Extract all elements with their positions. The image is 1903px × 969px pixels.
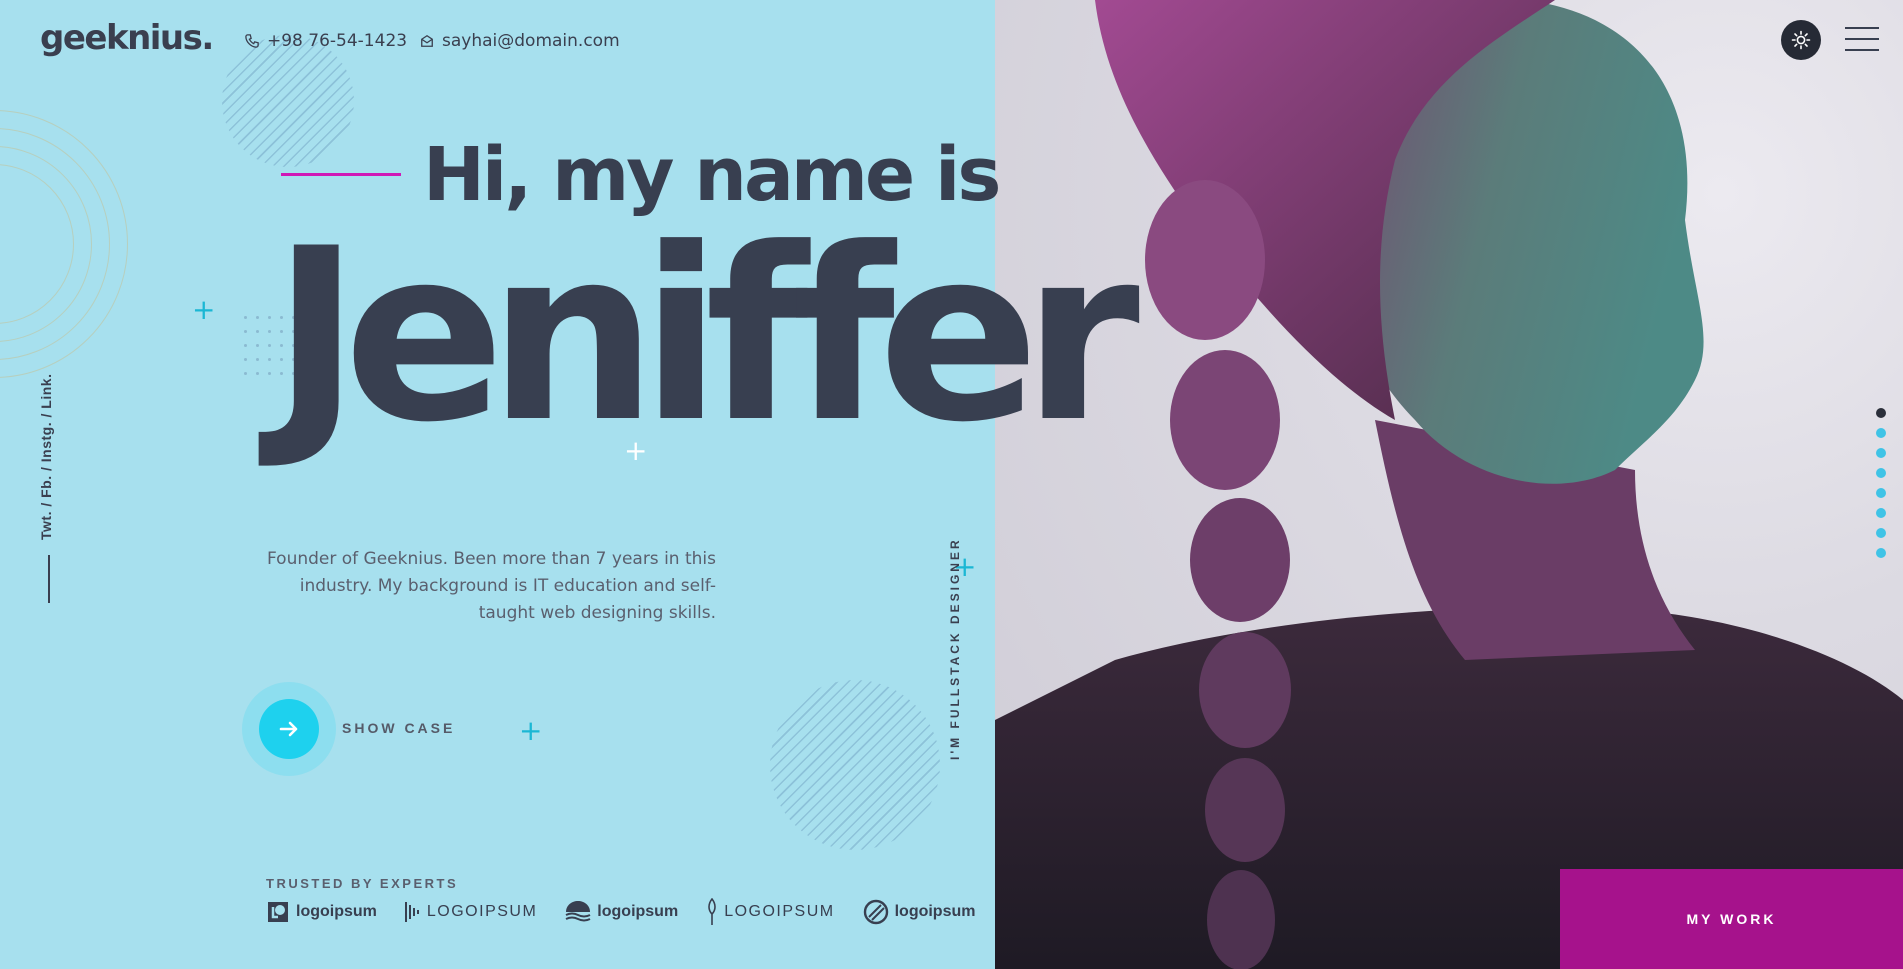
mail-icon <box>421 34 433 47</box>
partner-logo-text: logoipsum <box>894 903 976 920</box>
partner-logo[interactable]: LOGOIPSUM <box>404 900 538 924</box>
partner-logo-text: logoipsum <box>597 903 679 920</box>
theme-toggle-button[interactable] <box>1781 20 1821 60</box>
plus-decoration: + <box>519 714 543 747</box>
greeting-accent-line <box>281 173 401 176</box>
concentric-circles-decoration <box>0 110 130 380</box>
social-links[interactable]: Twt. / Fb. / Instg. / Link. <box>38 374 54 540</box>
sun-icon <box>1791 30 1811 50</box>
trusted-logos: logoipsum LOGOIPSUM logoipsum LOGOIPSUM … <box>266 898 975 926</box>
partner-logo-text: logoipsum <box>296 903 377 920</box>
hero-name: Jeniffer <box>272 198 1140 475</box>
pager-dot[interactable] <box>1876 448 1886 458</box>
phone-icon <box>245 34 259 48</box>
showcase-button[interactable] <box>259 699 319 759</box>
my-work-label: MY WORK <box>1686 911 1777 927</box>
section-pager <box>1876 408 1886 558</box>
partner-logo-text: LOGOIPSUM <box>426 903 538 920</box>
logo-circle-icon <box>863 899 888 925</box>
arrow-right-icon <box>279 721 298 737</box>
pager-dot[interactable] <box>1876 548 1886 558</box>
hamburger-line <box>1845 27 1879 29</box>
partner-logo[interactable]: logoipsum <box>266 900 377 924</box>
site-logo[interactable]: geeknius. <box>40 18 214 58</box>
logo-leaf-icon <box>708 898 716 925</box>
pager-dot[interactable] <box>1876 488 1886 498</box>
pager-dot[interactable] <box>1876 428 1886 438</box>
portrait-photo <box>995 0 1903 969</box>
logo-bars-icon <box>404 902 419 922</box>
email-address: sayhai@domain.com <box>442 31 620 51</box>
hamburger-line <box>1845 38 1879 40</box>
hatched-circle-decoration <box>770 680 940 850</box>
partner-logo[interactable]: logoipsum <box>863 899 976 925</box>
logo-wave-icon <box>565 901 591 922</box>
social-divider-line <box>48 555 50 603</box>
hamburger-menu-button[interactable] <box>1845 24 1879 52</box>
partner-logo-text: LOGOIPSUM <box>724 903 835 920</box>
pager-dot[interactable] <box>1876 528 1886 538</box>
role-tagline: I'M FULLSTACK DESIGNER <box>948 537 962 760</box>
trusted-label: TRUSTED BY EXPERTS <box>266 876 459 891</box>
email-contact[interactable]: sayhai@domain.com <box>420 31 620 51</box>
showcase-label[interactable]: SHOW CASE <box>342 720 455 736</box>
phone-contact[interactable]: +98 76-54-1423 <box>245 31 407 51</box>
pager-dot[interactable] <box>1876 508 1886 518</box>
hamburger-line <box>1845 49 1879 51</box>
phone-number: +98 76-54-1423 <box>267 31 408 51</box>
my-work-button[interactable]: MY WORK <box>1560 869 1903 969</box>
pager-dot[interactable] <box>1876 468 1886 478</box>
plus-decoration: + <box>192 293 216 326</box>
pager-dot[interactable] <box>1876 408 1886 418</box>
logo-square-icon <box>268 902 288 922</box>
hatched-circle-decoration <box>222 35 354 167</box>
partner-logo[interactable]: logoipsum <box>565 900 678 924</box>
portrait-illustration <box>995 0 1903 969</box>
hero-description: Founder of Geeknius. Been more than 7 ye… <box>267 549 716 623</box>
partner-logo[interactable]: LOGOIPSUM <box>706 898 834 926</box>
